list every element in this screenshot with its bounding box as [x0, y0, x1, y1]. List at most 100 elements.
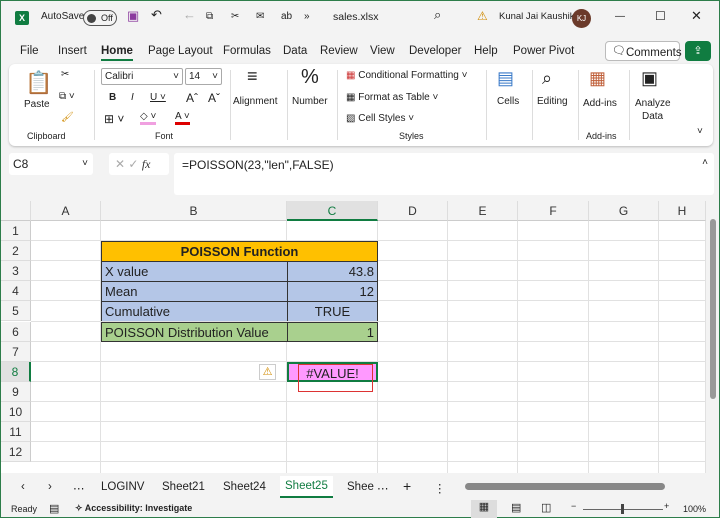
search-icon[interactable]: ⌕ [434, 7, 441, 23]
autosave-toggle[interactable]: Off [83, 10, 117, 26]
table-row-value[interactable]: 12 [287, 281, 378, 302]
normal-view-icon[interactable]: ▦ [471, 500, 497, 518]
table-row-value[interactable]: TRUE [287, 301, 378, 322]
row-header-10[interactable]: 10 [1, 401, 31, 422]
cells-button[interactable]: Cells [497, 96, 519, 107]
sheet-tab-shee[interactable]: Shee [347, 481, 374, 493]
next-sheet-icon[interactable]: › [48, 481, 52, 493]
collapse-formula-icon[interactable]: ˄ [702, 157, 708, 168]
row-header-12[interactable]: 12 [1, 442, 31, 463]
row-header-1[interactable]: 1 [1, 221, 31, 241]
cut-icon[interactable]: ✂ [61, 69, 69, 80]
sheet-tab-sheet25[interactable]: Sheet25 [280, 476, 333, 498]
bold-button[interactable]: B [109, 92, 116, 103]
tab-power-pivot[interactable]: Power Pivot [513, 45, 574, 57]
row-header-8[interactable]: 8 [1, 361, 31, 382]
search-icon[interactable]: ⌕ [542, 68, 552, 89]
copy-icon[interactable]: ⧉ ˅ [59, 91, 75, 102]
more-icon[interactable]: » [304, 11, 310, 22]
select-all-corner[interactable] [1, 201, 31, 221]
horizontal-scrollbar[interactable] [456, 482, 706, 492]
more-sheets-icon[interactable]: ⋯ [73, 481, 85, 495]
row-header-2[interactable]: 2 [1, 241, 31, 262]
cancel-icon[interactable]: ✕ [115, 157, 125, 171]
column-header-B[interactable]: B [101, 201, 287, 221]
italic-button[interactable]: I [131, 92, 134, 103]
editing-button[interactable]: Editing [537, 96, 568, 107]
format-as-table-button[interactable]: ▦ Format as Table ˅ [346, 92, 438, 103]
share-button[interactable]: ⇪ [685, 41, 711, 61]
more-sheets-icon[interactable]: ⋯ [377, 481, 389, 495]
spelling-icon[interactable]: ab [281, 11, 292, 22]
paste-button[interactable]: Paste [24, 99, 50, 110]
table-row-label[interactable]: Mean [101, 281, 288, 302]
tab-developer[interactable]: Developer [409, 45, 461, 57]
spreadsheet-grid[interactable]: A B C D E F G H 1 2 3 4 5 6 7 8 9 10 11 12 POISSON Function X… [1, 201, 706, 473]
underline-button[interactable]: U ˅ [150, 92, 166, 103]
column-header-F[interactable]: F [518, 201, 589, 221]
table-row-label[interactable]: Cumulative [101, 301, 288, 322]
tab-view[interactable]: View [370, 45, 395, 57]
borders-icon[interactable]: ⊞ ˅ [104, 112, 124, 126]
redo-icon[interactable]: ← [183, 7, 196, 22]
conditional-formatting-button[interactable]: ▦ Conditional Formatting ˅ [346, 70, 467, 81]
row-header-9[interactable]: 9 [1, 381, 31, 402]
font-color-icon[interactable]: A ˅ [175, 111, 190, 125]
column-header-A[interactable]: A [31, 201, 101, 221]
table-row-value[interactable]: 43.8 [287, 261, 378, 282]
add-ins-button[interactable]: Add-ins [583, 98, 617, 109]
alignment-icon[interactable]: ≡ [247, 66, 258, 87]
maximize-button[interactable]: ☐ [655, 9, 666, 23]
tab-formulas[interactable]: Formulas [223, 45, 271, 57]
ribbon-collapse-icon[interactable]: ˅ [697, 126, 703, 137]
format-painter-icon[interactable]: 🖌 [61, 112, 74, 123]
analyze-data-button[interactable]: Analyze [635, 98, 671, 109]
column-header-C[interactable]: C [287, 201, 378, 221]
column-header-H[interactable]: H [659, 201, 706, 221]
column-header-G[interactable]: G [589, 201, 659, 221]
table-title[interactable]: POISSON Function [101, 241, 378, 262]
column-header-E[interactable]: E [448, 201, 518, 221]
save-icon[interactable]: ▣ [127, 8, 139, 24]
sheet-tab-sheet21[interactable]: Sheet21 [162, 481, 205, 493]
close-button[interactable]: ✕ [691, 8, 702, 24]
function-icon[interactable]: fx [142, 157, 151, 171]
name-box[interactable]: C8 ˅ [9, 153, 93, 175]
page-break-view-icon[interactable]: ◫ [541, 501, 551, 514]
macro-icon[interactable]: ▤ [49, 502, 59, 515]
number-button[interactable]: Number [292, 96, 328, 107]
comments-button[interactable]: 🗨 Comments [605, 41, 682, 61]
fill-color-icon[interactable]: ◇ ˅ [140, 111, 157, 125]
row-header-3[interactable]: 3 [1, 261, 31, 282]
add-sheet-icon[interactable]: + [403, 478, 411, 494]
file-name[interactable]: sales.xlsx [333, 11, 379, 23]
undo-icon[interactable]: ↶ [151, 7, 162, 23]
table-row-value[interactable]: 1 [287, 321, 378, 342]
table-row-label[interactable]: X value [101, 261, 288, 282]
options-icon[interactable]: ⋮ [434, 481, 446, 495]
zoom-level[interactable]: 100% [683, 504, 706, 514]
increase-font-icon[interactable]: Aˆ [186, 91, 198, 105]
column-header-D[interactable]: D [378, 201, 448, 221]
mail-icon[interactable]: ✉ [256, 11, 264, 22]
alignment-button[interactable]: Alignment [233, 96, 277, 107]
tab-insert[interactable]: Insert [58, 45, 87, 57]
cut-icon[interactable]: ✂ [231, 11, 239, 22]
sheet-tab-loginv[interactable]: LOGINV [101, 481, 144, 493]
percent-icon[interactable]: % [301, 66, 319, 89]
font-name-select[interactable]: Calibri ˅ [101, 68, 183, 85]
paste-icon[interactable]: 📋 [25, 70, 52, 96]
error-warning-icon[interactable]: ⚠ [259, 363, 276, 380]
row-header-5[interactable]: 5 [1, 301, 31, 322]
minimize-button[interactable]: — [615, 11, 625, 22]
add-ins-icon[interactable]: ▦ [589, 68, 606, 89]
copy-icon[interactable]: ⧉ [206, 11, 213, 22]
vertical-scrollbar[interactable] [707, 201, 719, 473]
enter-icon[interactable]: ✓ [128, 157, 138, 171]
table-row-label[interactable]: POISSON Distribution Value [101, 321, 288, 342]
row-header-11[interactable]: 11 [1, 422, 31, 442]
tab-data[interactable]: Data [283, 45, 307, 57]
row-header-4[interactable]: 4 [1, 281, 31, 302]
font-size-select[interactable]: 14 ˅ [185, 68, 222, 85]
sheet-tab-sheet24[interactable]: Sheet24 [223, 481, 266, 493]
